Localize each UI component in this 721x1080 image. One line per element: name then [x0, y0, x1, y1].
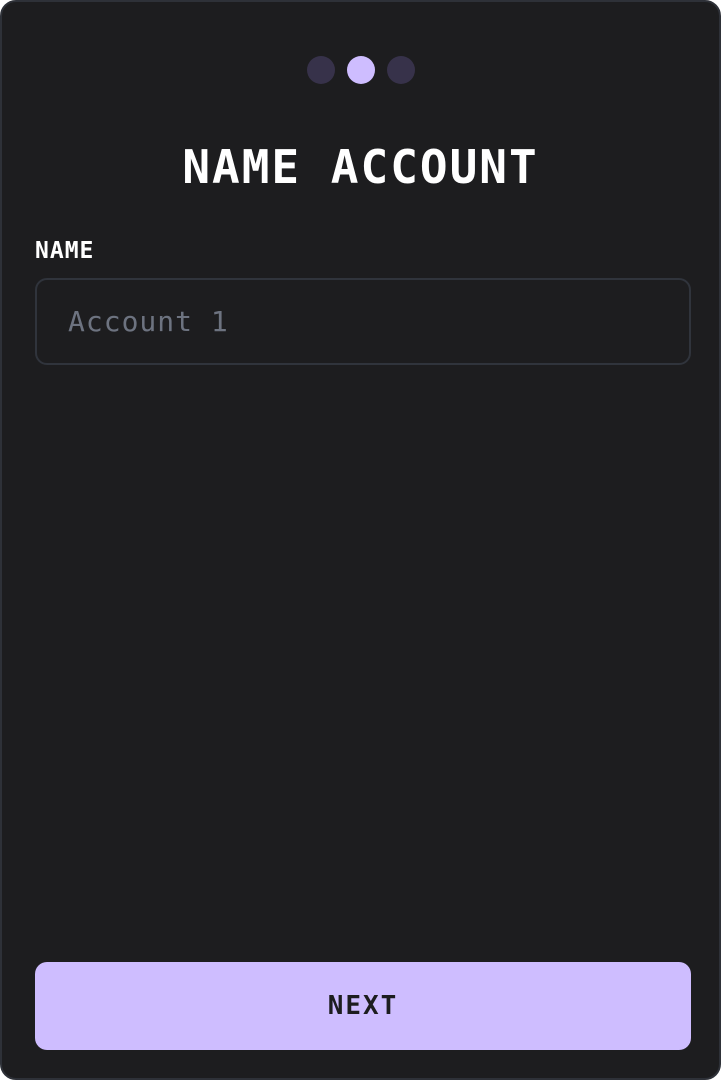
step-dot-2-current	[346, 56, 375, 84]
next-button[interactable]: NEXT	[35, 962, 691, 1050]
step-dot-1	[306, 56, 335, 84]
account-name-input[interactable]	[35, 278, 691, 365]
step-indicator	[2, 56, 719, 84]
page-title: NAME ACCOUNT	[182, 140, 539, 194]
step-dot-3	[386, 56, 415, 84]
create-account-card: NAME ACCOUNT NAME NEXT	[0, 0, 721, 1080]
name-label: NAME	[35, 238, 95, 264]
